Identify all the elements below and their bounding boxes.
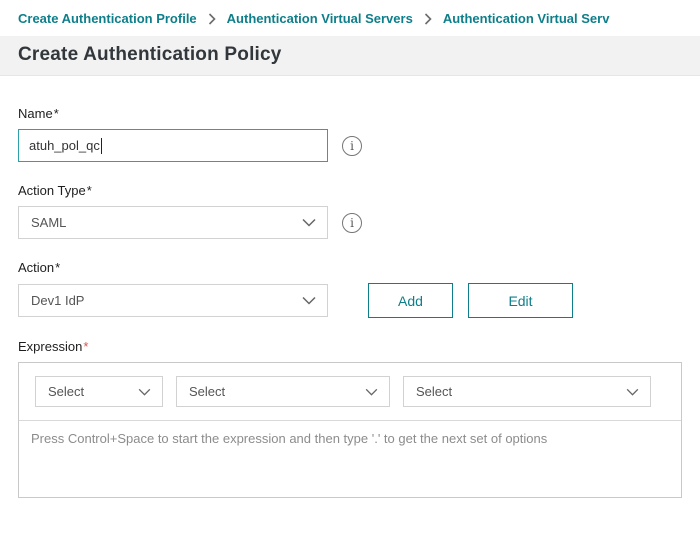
expression-label: Expression* [18,339,682,354]
page-header: Create Authentication Policy [0,36,700,76]
action-select[interactable]: Dev1 IdP [18,284,328,317]
chevron-down-icon [626,388,639,396]
expression-editor: Select Select Select [18,362,682,498]
chevron-down-icon [302,218,316,227]
edit-button[interactable]: Edit [468,283,573,318]
action-type-select[interactable]: SAML [18,206,328,239]
action-label: Action* [18,260,682,275]
action-type-label: Action Type* [18,183,682,198]
create-auth-policy-page: Create Authentication Profile Authentica… [0,0,700,498]
chevron-right-icon [424,13,432,25]
chevron-down-icon [302,296,316,305]
name-field: Name* atuh_pol_qc [18,106,682,162]
required-asterisk: * [54,106,59,121]
chevron-right-icon [208,13,216,25]
expression-toolbar: Select Select Select [19,363,681,421]
required-asterisk: * [87,183,92,198]
add-button[interactable]: Add [368,283,453,318]
expression-field: Expression* Select Select [18,339,682,498]
expression-input[interactable]: Press Control+Space to start the express… [19,421,681,497]
action-select-value: Dev1 IdP [31,293,84,308]
breadcrumb-link-authentication-virtual-servers[interactable]: Authentication Virtual Servers [227,11,413,26]
expression-select-1-value: Select [48,384,84,399]
info-icon[interactable] [342,136,362,156]
chevron-down-icon [365,388,378,396]
page-title: Create Authentication Policy [18,44,682,66]
required-asterisk: * [83,339,88,354]
breadcrumb-link-create-authentication-profile[interactable]: Create Authentication Profile [18,11,197,26]
action-field: Action* Dev1 IdP Add Edit [18,260,682,318]
name-input-value: atuh_pol_qc [29,138,100,153]
expression-select-2-value: Select [189,384,225,399]
expression-select-3-value: Select [416,384,452,399]
breadcrumb: Create Authentication Profile Authentica… [0,0,700,36]
name-input[interactable]: atuh_pol_qc [18,129,328,162]
name-label: Name* [18,106,682,121]
expression-placeholder: Press Control+Space to start the express… [31,431,547,446]
chevron-down-icon [138,388,151,396]
text-caret [101,138,102,154]
expression-select-2[interactable]: Select [176,376,390,407]
create-auth-policy-form: Name* atuh_pol_qc Action Type* SAML [0,76,700,498]
info-icon[interactable] [342,213,362,233]
breadcrumb-link-authentication-virtual-server[interactable]: Authentication Virtual Serv [443,11,610,26]
action-type-field: Action Type* SAML [18,183,682,239]
required-asterisk: * [55,260,60,275]
action-type-select-value: SAML [31,215,66,230]
expression-select-1[interactable]: Select [35,376,163,407]
expression-select-3[interactable]: Select [403,376,651,407]
